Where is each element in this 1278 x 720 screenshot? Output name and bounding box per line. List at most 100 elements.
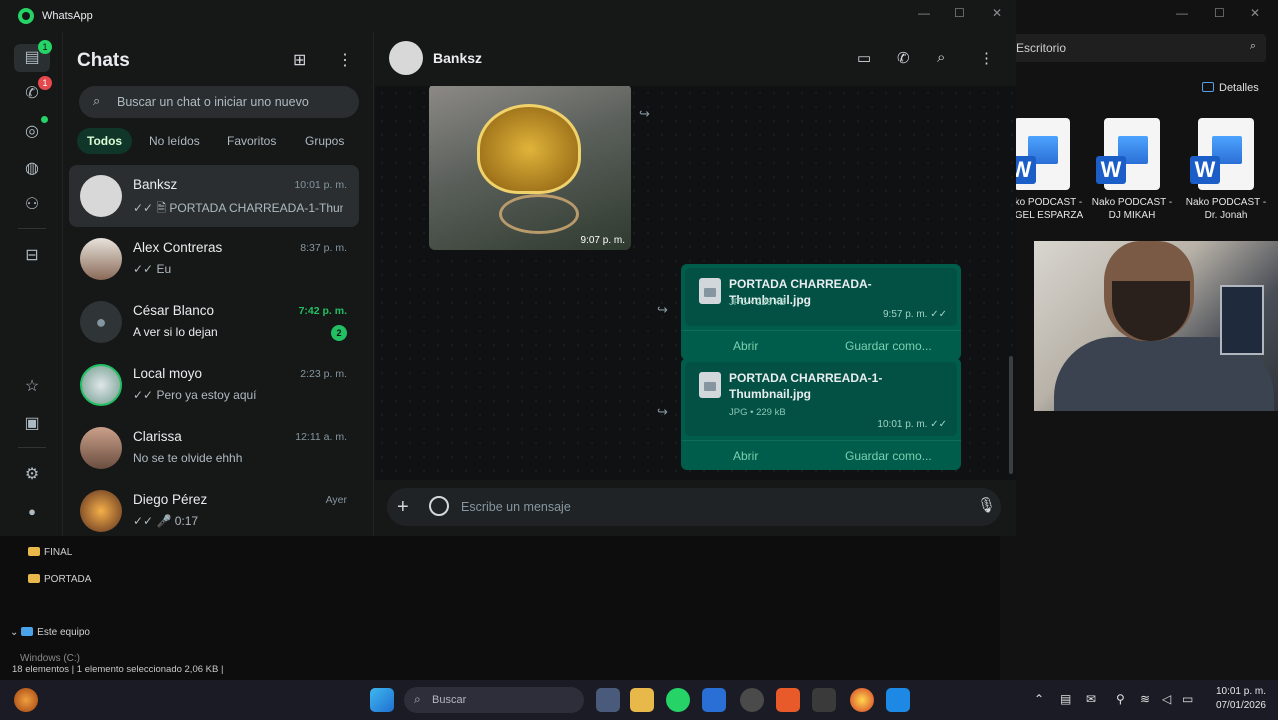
avatar (80, 175, 122, 217)
filter-todos[interactable]: Todos (77, 128, 133, 154)
document-name: PORTADA CHARREADA-1-Thumbnail.jpg (729, 371, 883, 401)
window-title: WhatsApp (42, 10, 93, 22)
image-file-icon (699, 278, 721, 304)
emoji-sticker-icon[interactable] (429, 496, 449, 516)
voice-call-icon[interactable]: ✆ (897, 49, 910, 67)
start-windows-icon[interactable] (370, 688, 394, 712)
app-icon[interactable] (886, 688, 910, 712)
save-as-button[interactable]: Guardar como... (845, 449, 932, 463)
tree-item-final[interactable]: FINAL (28, 547, 72, 558)
computer-icon (21, 627, 34, 636)
tree-item-portada[interactable]: PORTADA (28, 574, 91, 585)
details-button[interactable]: Detalles (1202, 82, 1259, 94)
close-icon[interactable]: ✕ (992, 6, 1002, 20)
app-icon[interactable] (740, 688, 764, 712)
volume-icon[interactable]: ◁ (1162, 692, 1171, 706)
avatar (80, 364, 122, 406)
attach-plus-icon[interactable]: + (397, 496, 409, 519)
media-icon[interactable]: ▣ (18, 410, 46, 438)
image-file-icon (699, 372, 721, 398)
minimize-icon[interactable]: — (918, 6, 930, 20)
whatsapp-window: WhatsApp — ☐ ✕ ▤ 1 ✆ 1 ◎ ◍ ⚇ ⊟ ☆ ▣ ⚙ ● C… (0, 0, 1016, 536)
tray-icon[interactable]: ▤ (1060, 692, 1071, 706)
file-explorer-icon[interactable] (630, 688, 654, 712)
file-label: Nako PODCAST - DJ MIKAH (1091, 197, 1173, 221)
minimize-icon[interactable]: — (1176, 6, 1188, 20)
open-button[interactable]: Abrir (733, 339, 758, 353)
avatar (80, 427, 122, 469)
communities-icon[interactable]: ⚇ (18, 191, 46, 219)
filter-grupos[interactable]: Grupos (295, 128, 354, 154)
starred-icon[interactable]: ☆ (18, 373, 46, 401)
wifi-icon[interactable]: ≋ (1140, 692, 1150, 706)
file-tile[interactable]: W Nako PODCAST - DJ MIKAH (1090, 118, 1174, 222)
forward-icon[interactable]: ↪ (657, 404, 668, 420)
message-time: 9:07 p. m. (580, 235, 625, 246)
message-area[interactable]: 9:07 p. m. ↪ PORTADA CHARREADA-Thumbnail… (375, 86, 1016, 480)
whatsapp-logo-icon (18, 8, 34, 24)
profile-icon[interactable]: ● (18, 498, 46, 526)
chats-badge: 1 (38, 40, 52, 54)
chat-row-diego[interactable]: Diego Pérez Ayer ✓✓ 🎤 0:17 (69, 480, 359, 536)
search-icon[interactable]: ⌕ (937, 49, 945, 66)
document-message[interactable]: PORTADA CHARREADA-Thumbnail.jpg JPG • 22… (681, 264, 961, 360)
app-icon[interactable] (812, 688, 836, 712)
forward-icon[interactable]: ↪ (657, 302, 668, 318)
taskbar: ⌕ Buscar ⌃ ▤ ✉ ⚲ ≋ ◁ ▭ 10:01 p. m. 07/01/… (0, 680, 1278, 720)
microphone-icon[interactable]: 🎙 (977, 496, 996, 514)
archived-icon[interactable]: ⊟ (18, 242, 46, 270)
search-icon[interactable]: ⌕ (1250, 40, 1256, 53)
task-view-icon[interactable] (596, 688, 620, 712)
settings-gear-icon[interactable]: ⚙ (18, 461, 46, 489)
weather-widget-icon[interactable] (14, 688, 38, 712)
scrollbar[interactable] (1009, 356, 1013, 474)
conversation-header[interactable]: Banksz ▭ ✆ ⌕ ⋮ (375, 32, 1016, 86)
menu-dots-icon[interactable]: ⋮ (337, 50, 353, 70)
close-icon[interactable]: ✕ (1250, 6, 1260, 20)
message-placeholder: Escribe un mensaje (461, 500, 571, 514)
new-chat-icon[interactable]: ⊞ (293, 50, 306, 70)
details-pane-icon (1202, 82, 1214, 92)
mail-icon[interactable]: ✉ (1086, 692, 1096, 706)
filter-favoritos[interactable]: Favoritos (217, 128, 286, 154)
menu-dots-icon[interactable]: ⋮ (979, 49, 994, 67)
app-icon[interactable] (702, 688, 726, 712)
maximize-icon[interactable]: ☐ (954, 6, 965, 20)
clock[interactable]: 10:01 p. m. 07/01/2026 (1206, 685, 1266, 713)
usb-icon[interactable]: ⚲ (1116, 692, 1125, 706)
chevron-down-icon[interactable]: ⌄ (10, 627, 21, 638)
explorer-address-bar[interactable]: Escritorio ⌕ (1012, 34, 1266, 62)
chat-row-clarissa[interactable]: Clarissa 12:11 a. m. No se te olvide ehh… (69, 417, 359, 479)
battery-icon[interactable]: ▭ (1182, 692, 1193, 706)
open-button[interactable]: Abrir (733, 449, 758, 463)
chat-list-panel: Chats ⊞ ⋮ ⌕ Buscar un chat o iniciar uno… (62, 32, 374, 536)
conversation-panel: Banksz ▭ ✆ ⌕ ⋮ 9:07 p. m. ↪ PORTADA CHAR… (375, 32, 1016, 536)
search-input[interactable]: ⌕ Buscar un chat o iniciar uno nuevo (79, 86, 359, 118)
chat-row-local-moyo[interactable]: Local moyo 2:23 p. m. ✓✓ Pero ya estoy a… (69, 354, 359, 416)
save-as-button[interactable]: Guardar como... (845, 339, 932, 353)
tree-item-windows[interactable]: Windows (C:) (20, 653, 80, 664)
whatsapp-icon[interactable] (666, 688, 690, 712)
tree-item-este-equipo[interactable]: ⌄ Este equipo (10, 627, 90, 638)
document-meta: JPG • 226 kB (729, 297, 786, 308)
chat-row-banksz[interactable]: Banksz 10:01 p. m. ✓✓ 🗎 PORTADA CHARREAD… (69, 165, 359, 227)
chat-row-alex[interactable]: Alex Contreras 8:37 p. m. ✓✓ Eu (69, 228, 359, 290)
search-placeholder: Buscar un chat o iniciar uno nuevo (117, 95, 309, 109)
video-call-icon[interactable]: ▭ (857, 49, 871, 67)
message-time: 10:01 p. m. ✓✓ (877, 419, 947, 430)
contact-name[interactable]: Banksz (433, 50, 482, 66)
image-message[interactable]: 9:07 p. m. (429, 86, 631, 250)
document-message[interactable]: PORTADA CHARREADA-1-Thumbnail.jpg JPG • … (681, 358, 961, 470)
brave-browser-icon[interactable] (776, 688, 800, 712)
taskbar-search[interactable]: ⌕ Buscar (404, 687, 584, 713)
file-tile[interactable]: W Nako PODCAST - Dr. Jonah (1184, 118, 1268, 222)
forward-icon[interactable]: ↪ (639, 106, 650, 122)
filter-no-leidos[interactable]: No leídos (139, 128, 210, 154)
chevron-up-icon[interactable]: ⌃ (1034, 692, 1044, 706)
chat-row-cesar[interactable]: ● César Blanco 7:42 p. m. A ver si lo de… (69, 291, 359, 353)
chrome-icon[interactable] (850, 688, 874, 712)
channels-icon[interactable]: ◍ (18, 155, 46, 183)
contact-avatar[interactable] (389, 41, 423, 75)
maximize-icon[interactable]: ☐ (1214, 6, 1225, 20)
search-icon: ⌕ (414, 692, 421, 706)
